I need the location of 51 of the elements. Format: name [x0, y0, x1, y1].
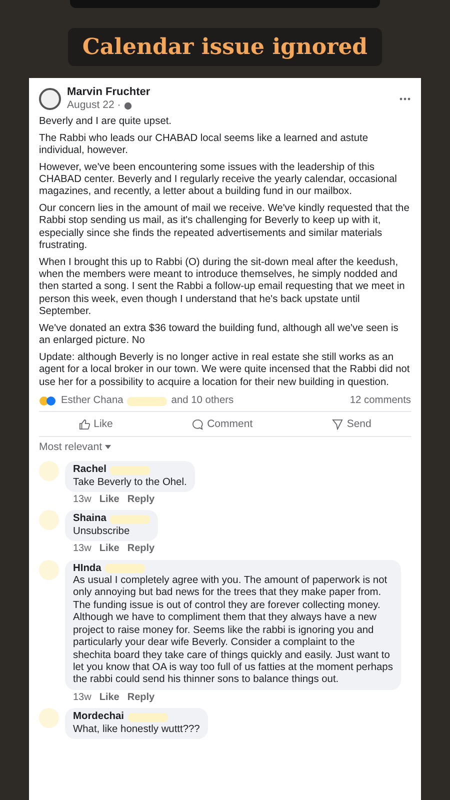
thumb-icon: [78, 418, 90, 430]
post-date: August 22 ·: [67, 99, 121, 112]
reply-link[interactable]: Reply: [127, 543, 155, 556]
comment-time: 13w: [73, 543, 92, 556]
headline: Calendar issue ignored: [68, 28, 382, 66]
reactors-more[interactable]: and 10 others: [171, 394, 234, 408]
speech-bubble-icon: [192, 418, 204, 430]
comment-text: What, like honestly wuttt???: [73, 724, 200, 736]
post-paragraph: Beverly and I are quite upset.: [39, 116, 173, 129]
comment-text: As usual I completely agree with you. The amount of paperwork is not only annoying but bad news for the trees that they make paper from. The funding issue is out of control they are forever collecting money. Although we have to compliment them that they always have a new project to raise money for. Seems like the rabbi is ignoring you and particularly your dear wife Beverly. Consider a complaint to the shechita board they take care of things quickly and easily. Just want to let you know that OA is way too full of us fatties at the moment perhaps the rabbi could send his thinner sons to balance things out.: [73, 574, 393, 687]
commenter-name[interactable]: Mordechai: [73, 711, 124, 724]
post-paragraph: Our concern lies in the amount of mail we receive. We've kindly requested that the Rabbi stop sending us mail, as it's challenging for Beverly to keep up with it, especially since she finds the repeated advertisements and similar materials frustrating.: [39, 202, 410, 253]
commenter-avatar: [39, 510, 59, 530]
action-button[interactable]: Like: [70, 416, 121, 432]
commenter-avatar: [39, 708, 59, 728]
sort-dropdown[interactable]: Most relevant: [39, 437, 112, 458]
redaction-mark: [127, 396, 168, 406]
commenter-name[interactable]: Rachel: [73, 464, 106, 477]
post-paragraph: However, we've been encountering some issues with the leadership of this CHABAD center. Beverly and I regularly receive the yearly calendar, occasional magazines, and recently, a letter about a building fund in our mailbox.: [39, 162, 398, 199]
globe-icon: [124, 102, 132, 110]
commenter-name[interactable]: Shaina: [73, 513, 106, 526]
reply-link[interactable]: Reply: [127, 692, 155, 704]
reactions-icon: [39, 396, 57, 406]
post-paragraph: The Rabbi who leads our CHABAD local seems like a learned and astute individual, however.: [39, 132, 370, 158]
post-paragraph: When I brought this up to Rabbi (O) during the sit-down meal after the keedush, when the members were meant to introduce themselves, he simply nodded and then started a song. I sent the Rabbi a follow-up email requesting that we meet in person this week, even though I understand that he's back upstate until September.: [39, 256, 406, 319]
commenter-avatar: [39, 461, 59, 482]
reactors-name[interactable]: Esther Chana: [61, 394, 124, 408]
avatar: [39, 88, 61, 110]
send-icon: [332, 418, 343, 430]
redaction-mark: [110, 466, 150, 476]
caret-icon: [105, 445, 112, 450]
post-paragraph: We've donated an extra $36 toward the building fund, although all we've seen is an enlarged picture. No: [39, 322, 400, 348]
like-link[interactable]: Like: [99, 494, 120, 506]
like-link[interactable]: Like: [99, 692, 120, 704]
comment-text: Unsubscribe: [73, 526, 131, 538]
commenter-avatar: [39, 560, 59, 580]
action-button[interactable]: Send: [324, 416, 380, 432]
commenter-name[interactable]: HInda: [73, 562, 102, 575]
comment-text: Take Beverly to the Ohel.: [73, 476, 187, 490]
comments-count[interactable]: 12 comments: [350, 394, 411, 408]
redaction-mark: [128, 712, 168, 722]
post-paragraph: Update: although Beverly is no longer active in real estate she still works as an agent for a local broker in our town. We were quite incensed that the Rabbi did not use her for a possibility to acquire a location for their new building in question.: [39, 352, 411, 389]
comment-time: 13w: [73, 494, 92, 506]
more-icon[interactable]: [399, 97, 411, 102]
redaction-mark: [105, 564, 146, 574]
redaction-mark: [110, 515, 150, 524]
author-name[interactable]: Marvin Fruchter: [67, 86, 150, 100]
like-link[interactable]: Like: [99, 543, 120, 556]
comment-time: 13w: [73, 692, 92, 704]
reply-link[interactable]: Reply: [127, 494, 155, 506]
action-button[interactable]: Comment: [184, 416, 261, 432]
